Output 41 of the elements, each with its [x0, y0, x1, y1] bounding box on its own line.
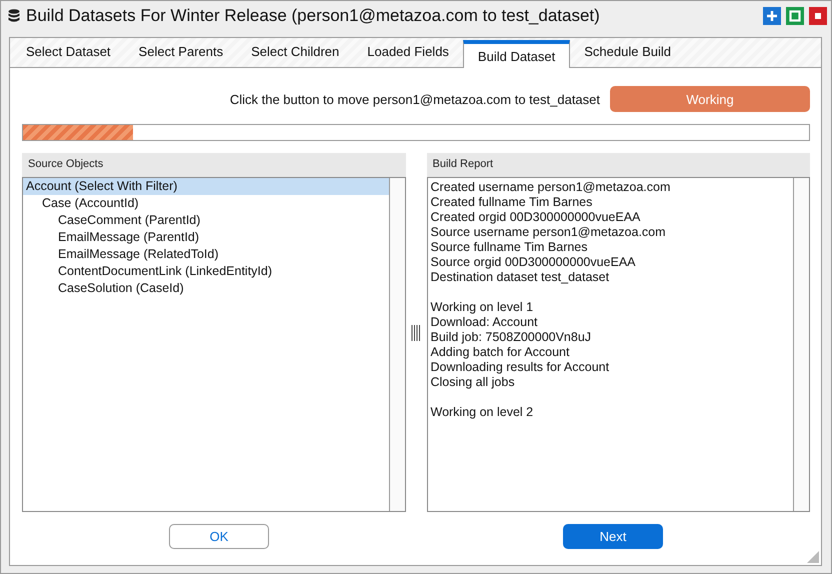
tree-item[interactable]: CaseSolution (CaseId) — [23, 280, 388, 297]
window-title: Build Datasets For Winter Release (person1@metazoa.com to test_dataset) — [26, 6, 601, 26]
maximize-icon[interactable] — [786, 7, 804, 25]
resize-grip-icon[interactable] — [807, 551, 819, 563]
tab[interactable]: Loaded Fields — [353, 44, 463, 67]
next-button[interactable]: Next — [563, 524, 663, 549]
report-line: Downloading results for Account — [430, 360, 610, 375]
close-icon[interactable] — [809, 7, 827, 25]
scrollbar[interactable] — [388, 178, 404, 511]
report-line: Working on level 1 — [430, 300, 534, 315]
report-line: Source orgid 00D300000000vueEAA — [430, 255, 637, 270]
report-line: Build job: 7508Z00000Vn8uJ — [430, 330, 592, 345]
report-line: Source fullname Tim Barnes — [430, 240, 589, 255]
add-icon[interactable] — [763, 7, 781, 25]
report-line: Closing all jobs — [430, 375, 516, 390]
report-line: Created fullname Tim Barnes — [430, 195, 594, 210]
tree-item[interactable]: Account (Select With Filter) — [23, 178, 388, 195]
tree-item[interactable]: Case (AccountId) — [23, 195, 388, 212]
database-icon — [8, 9, 20, 23]
scrollbar[interactable] — [793, 178, 809, 511]
instruction-text: Click the button to move person1@metazoa.com to test_dataset — [230, 92, 600, 106]
report-line: Created username person1@metazoa.com — [430, 180, 672, 195]
tree-item[interactable]: EmailMessage (ParentId) — [23, 229, 388, 246]
ok-button[interactable]: OK — [169, 524, 269, 549]
report-line: Download: Account — [430, 315, 539, 330]
tree-item[interactable]: EmailMessage (RelatedToId) — [23, 246, 388, 263]
tab[interactable]: Build Dataset — [462, 40, 570, 68]
report-line: Adding batch for Account — [430, 345, 570, 360]
tree-item[interactable]: ContentDocumentLink (LinkedEntityId) — [23, 263, 388, 280]
splitter-grip-icon[interactable] — [411, 324, 421, 340]
tab[interactable]: Select Parents — [124, 44, 238, 67]
tab[interactable]: Schedule Build — [570, 44, 685, 67]
report-line: Destination dataset test_dataset — [430, 270, 610, 285]
report-line: Created orgid 00D300000000vueEAA — [430, 210, 642, 225]
tree-item[interactable]: CaseComment (ParentId) — [23, 212, 388, 229]
panel-header: Source Objects — [22, 153, 406, 177]
tab[interactable]: Select Children — [237, 44, 354, 67]
panel-header: Build Report — [426, 153, 810, 177]
report-line: Source username person1@metazoa.com — [430, 225, 667, 240]
report-line: Working on level 2 — [430, 405, 534, 420]
tab[interactable]: Select Dataset — [12, 44, 125, 67]
